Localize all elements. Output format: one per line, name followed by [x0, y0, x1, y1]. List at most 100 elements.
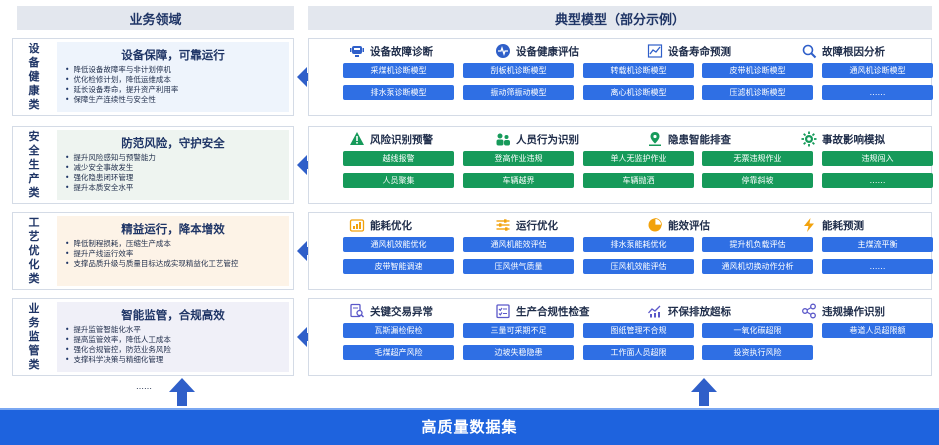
model-headings: 设备故障诊断 设备健康评估 设备寿命预测 故障根因分析 [309, 41, 933, 61]
model-tag: 停靠斜坡 [702, 173, 813, 188]
model-heading: 能耗优化 [349, 215, 499, 235]
domain-goal-item: 提高监管效率，降低人工成本 [65, 335, 289, 345]
model-heading-label: 能耗优化 [370, 219, 412, 232]
left-ellipsis: …… [136, 382, 152, 391]
model-tag: 违规闯入 [822, 151, 933, 166]
pie-chart-icon [647, 217, 663, 233]
model-tag: 采煤机诊断模型 [343, 63, 454, 78]
domain-goal-list: 降低制程损耗，压缩生产成本提升产线运行效率支撑品质升级与质量目标达成实现精益化工… [65, 239, 289, 269]
model-heading: 环保排放超标 [647, 301, 797, 321]
domain-panel: 安全生产类 防范风险，守护安全提升风险感知与预警能力减少安全事故发生强化隐患闭环管… [12, 126, 294, 204]
bar-chart-icon [349, 217, 365, 233]
models-header: 典型模型（部分示例） [308, 6, 932, 30]
heartbeat-icon [495, 43, 511, 59]
model-tag: 巷道人员超限额 [822, 323, 933, 338]
model-tag: 三量可采期不足 [463, 323, 574, 338]
model-tag: 振动筛振动模型 [463, 85, 574, 100]
model-tag: 毛煤超产风险 [343, 345, 454, 360]
domain-goal-item: 强化隐患闭环管理 [65, 173, 289, 183]
model-tag: 刮板机诊断模型 [463, 63, 574, 78]
models-panel: 设备故障诊断 设备健康评估 设备寿命预测 故障根因分析 采煤机诊断模型 刮板机诊断模型 转载… [308, 38, 933, 116]
models-panel: 风险识别预警 人员行为识别 隐患智能排查 事故影响模拟 越线报警 登高作业违规 单人无监护作… [308, 126, 933, 204]
model-tag: 车辆抛洒 [583, 173, 694, 188]
domain-goal-item: 降低设备故障率与非计划停机 [65, 65, 289, 75]
domain-row: 设备健康类 设备保障，可靠运行降低设备故障率与非计划停机优化检修计划，降低运维成本… [12, 38, 933, 116]
domain-goal-title: 精益运行，降本增效 [121, 222, 225, 236]
model-tag: 工作面人员超限 [583, 345, 694, 360]
gear-burst-icon [801, 131, 817, 147]
domain-goal-title: 防范风险，守护安全 [121, 136, 225, 150]
domain-goal-list: 降低设备故障率与非计划停机优化检修计划，降低运维成本延长设备寿命，提升资产利用率… [65, 65, 289, 105]
model-tag: 通风机效能优化 [343, 237, 454, 252]
domain-category: 设备健康类 [13, 39, 55, 115]
model-heading-label: 隐患智能排查 [668, 133, 731, 146]
model-tag: 无票违规作业 [702, 151, 813, 166]
model-tag: 单人无监护作业 [583, 151, 694, 166]
model-heading: 人员行为识别 [495, 129, 645, 149]
domain-goal-item: 支撑品质升级与质量目标达成实现精益化工艺管控 [65, 259, 289, 269]
domain-row: 工艺优化类 精益运行，降本增效降低制程损耗，压缩生产成本提升产线运行效率支撑品质升… [12, 212, 933, 290]
domain-goal-item: 延长设备寿命，提升资产利用率 [65, 85, 289, 95]
domain-row: 业务监管类 智能监管，合规高效提升监管智能化水平提高监管效率，降低人工成本强化合规… [12, 298, 933, 376]
domain-goal-item: 支撑科学决策与精细化管理 [65, 355, 289, 365]
model-heading: 能效评估 [647, 215, 797, 235]
domain-category: 工艺优化类 [13, 213, 55, 289]
domain-goal-box: 精益运行，降本增效降低制程损耗，压缩生产成本提升产线运行效率支撑品质升级与质量目… [57, 216, 289, 286]
model-tag: …… [822, 259, 933, 274]
domain-goal-item: 降低制程损耗，压缩生产成本 [65, 239, 289, 249]
model-tag: 提升机负载评估 [702, 237, 813, 252]
model-heading: 运行优化 [495, 215, 645, 235]
data-foundation-bar: 高质量数据集 [0, 408, 939, 445]
domain-goal-item: 优化检修计划，降低运维成本 [65, 75, 289, 85]
model-heading-label: 风险识别预警 [370, 133, 433, 146]
model-tag: 人员聚集 [343, 173, 454, 188]
model-heading-label: 设备健康评估 [516, 45, 579, 58]
model-heading: 设备寿命预测 [647, 41, 797, 61]
domain-goal-box: 防范风险，守护安全提升风险感知与预警能力减少安全事故发生强化隐患闭环管理提升本质… [57, 130, 289, 200]
model-headings: 能耗优化 运行优化 能效评估 能耗预测 [309, 215, 933, 235]
model-headings: 风险识别预警 人员行为识别 隐患智能排查 事故影响模拟 [309, 129, 933, 149]
model-tag: 登高作业违规 [463, 151, 574, 166]
model-heading: 生产合规性检查 [495, 301, 645, 321]
model-tag: 转载机诊断模型 [583, 63, 694, 78]
domain-goal-item: 保障生产连续性与安全性 [65, 95, 289, 105]
model-heading: 设备健康评估 [495, 41, 645, 61]
domain-goal-item: 提升本质安全水平 [65, 183, 289, 193]
model-tag: 边坡失稳隐患 [463, 345, 574, 360]
models-panel: 关键交易异常 生产合规性检查 环保排放超标 违规操作识别 瓦斯漏检假检 三量可采期不足 图纸… [308, 298, 933, 376]
model-tag: 压滤机诊断模型 [702, 85, 813, 100]
domain-header: 业务领域 [17, 6, 294, 30]
model-tag: 皮带机诊断模型 [702, 63, 813, 78]
model-tag: 离心机诊断模型 [583, 85, 694, 100]
model-tag: 通风机能效评估 [463, 237, 574, 252]
domain-panel: 工艺优化类 精益运行，降本增效降低制程损耗，压缩生产成本提升产线运行效率支撑品质升… [12, 212, 294, 290]
domain-goal-title: 智能监管，合规高效 [121, 308, 225, 322]
domain-row: 安全生产类 防范风险，守护安全提升风险感知与预警能力减少安全事故发生强化隐患闭环管… [12, 126, 933, 204]
model-tag: 越线报警 [343, 151, 454, 166]
model-heading: 关键交易异常 [349, 301, 499, 321]
map-pin-icon [647, 131, 663, 147]
model-heading: 违规操作识别 [801, 301, 939, 321]
model-tag: 通风机切换动作分析 [702, 259, 813, 274]
warning-icon [349, 131, 365, 147]
model-heading-label: 生产合规性检查 [516, 305, 590, 318]
model-heading: 隐患智能排查 [647, 129, 797, 149]
model-heading-label: 设备寿命预测 [668, 45, 731, 58]
model-heading: 风险识别预警 [349, 129, 499, 149]
model-heading: 事故影响模拟 [801, 129, 939, 149]
model-tag: 皮带智能调速 [343, 259, 454, 274]
model-heading: 故障根因分析 [801, 41, 939, 61]
model-heading-label: 能效评估 [668, 219, 710, 232]
model-heading-label: 能耗预测 [822, 219, 864, 232]
domain-goal-list: 提升风险感知与预警能力减少安全事故发生强化隐患闭环管理提升本质安全水平 [65, 153, 289, 193]
domain-category-label: 工艺优化类 [28, 216, 40, 285]
model-heading: 能耗预测 [801, 215, 939, 235]
bar-highlight [0, 408, 939, 410]
domain-goal-item: 提升风险感知与预警能力 [65, 153, 289, 163]
domain-goal-box: 设备保障，可靠运行降低设备故障率与非计划停机优化检修计划，降低运维成本延长设备寿… [57, 42, 289, 112]
model-tag: 图纸管理不合规 [583, 323, 694, 338]
emission-chart-icon [647, 303, 663, 319]
network-icon [801, 303, 817, 319]
model-tag: 车辆越界 [463, 173, 574, 188]
model-heading-label: 关键交易异常 [370, 305, 433, 318]
